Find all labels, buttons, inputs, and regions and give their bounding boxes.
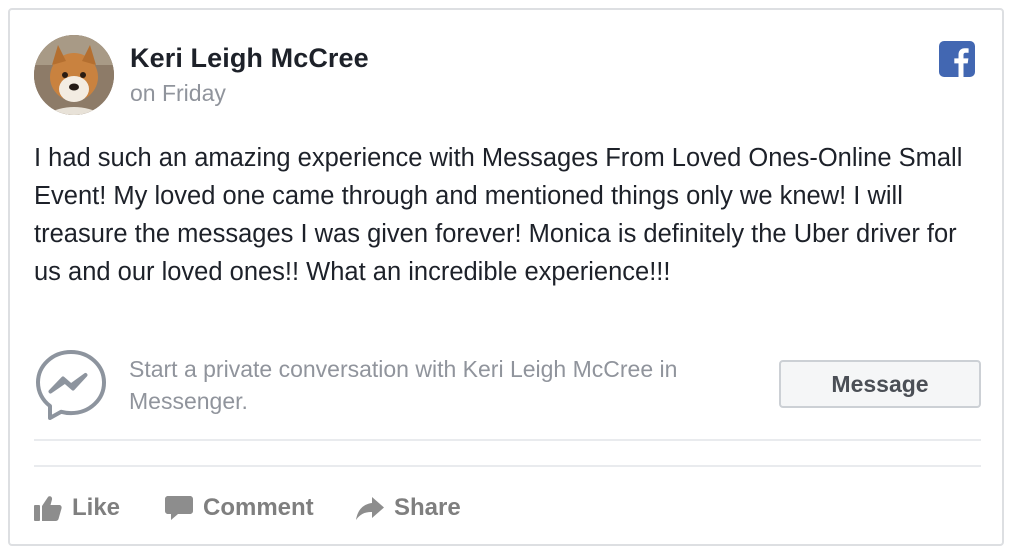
message-button[interactable]: Message (779, 360, 981, 408)
comment-label: Comment (203, 494, 314, 521)
divider (34, 439, 981, 441)
avatar[interactable] (34, 35, 114, 115)
messenger-prompt-text: Start a private conversation with Keri L… (129, 356, 678, 414)
share-arrow-icon (356, 497, 384, 520)
like-button[interactable]: Like (34, 490, 120, 526)
speech-bubble-icon (165, 496, 193, 520)
post-body-text: I had such an amazing experience with Me… (34, 144, 963, 286)
thumbs-up-icon (34, 496, 62, 521)
facebook-logo-icon[interactable] (939, 41, 975, 77)
facebook-post-card: Keri Leigh McCree on Friday I had such a… (8, 8, 1004, 546)
like-label: Like (72, 494, 121, 521)
messenger-icon (34, 348, 108, 422)
post-timestamp[interactable]: on Friday (130, 80, 226, 107)
post-author-name[interactable]: Keri Leigh McCree (130, 43, 369, 74)
share-label: Share (394, 494, 461, 521)
divider (34, 465, 981, 467)
share-button[interactable]: Share (356, 490, 461, 526)
dog-avatar-image (34, 35, 114, 115)
comment-button[interactable]: Comment (165, 490, 314, 526)
